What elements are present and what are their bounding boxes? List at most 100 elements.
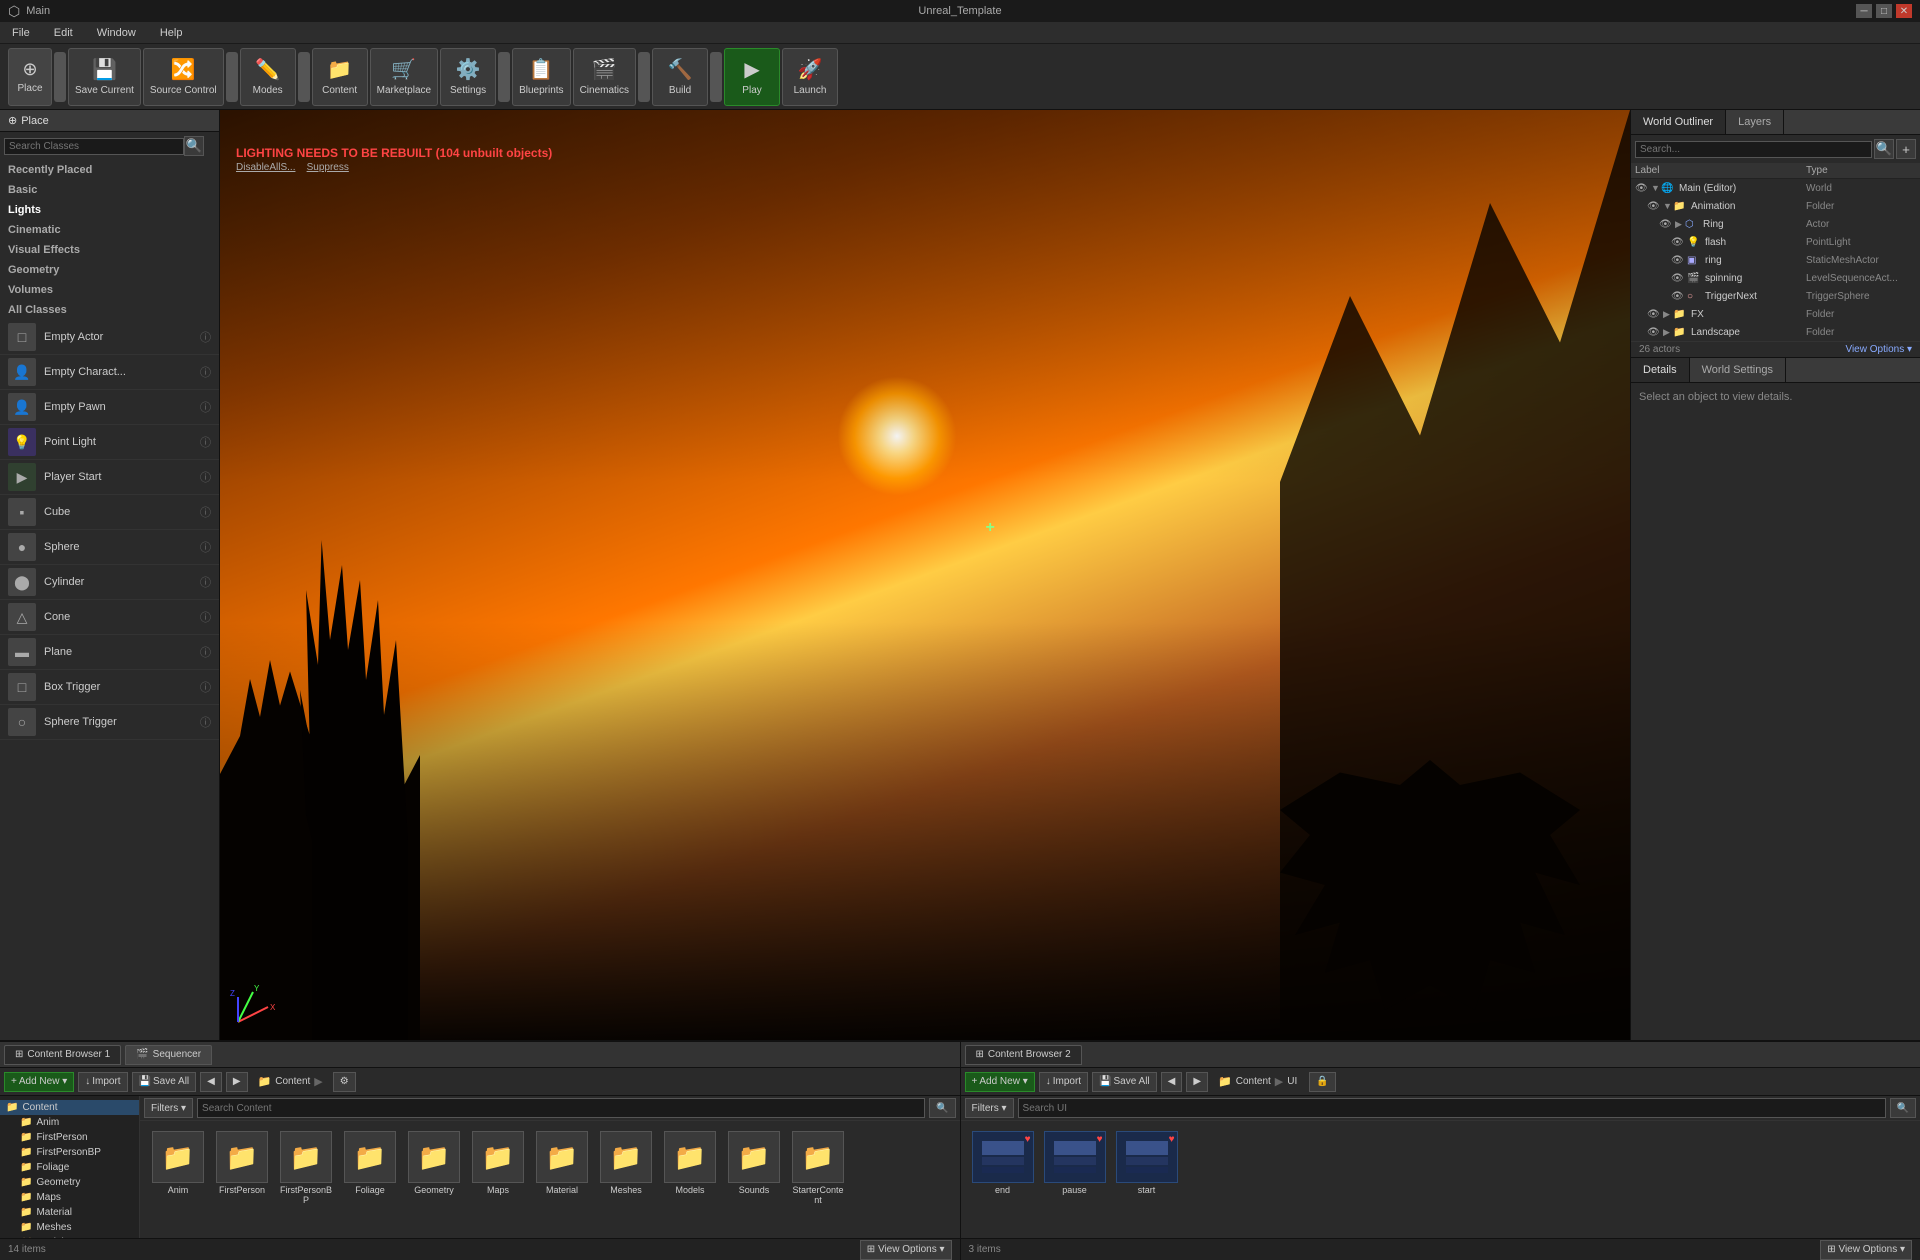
category-recently-placed[interactable]: Recently Placed xyxy=(0,160,219,180)
cb2-path-ui[interactable]: UI xyxy=(1285,1076,1299,1087)
cb2-filters-button[interactable]: Filters ▾ xyxy=(965,1098,1014,1118)
tab-content-browser-1[interactable]: ⊞ Content Browser 1 xyxy=(4,1045,121,1065)
asset-pause[interactable]: ♥ pause xyxy=(1041,1129,1109,1197)
cb1-tree-content[interactable]: 📁 Content xyxy=(0,1100,139,1115)
tab-details[interactable]: Details xyxy=(1631,358,1690,382)
tab-sequencer[interactable]: 🎬 Sequencer xyxy=(125,1045,212,1065)
search-classes-button[interactable]: 🔍 xyxy=(184,136,204,156)
cb1-tree-anim[interactable]: 📁 Anim xyxy=(0,1115,139,1130)
outliner-item-main[interactable]: 👁 ▼ 🌐 Main (Editor) World xyxy=(1631,179,1920,197)
outliner-item-fx[interactable]: 👁 ▶ 📁 FX Folder xyxy=(1631,305,1920,323)
tab-world-settings[interactable]: World Settings xyxy=(1690,358,1786,382)
outliner-item-ring-mesh[interactable]: 👁 ▣ ring StaticMeshActor xyxy=(1631,251,1920,269)
place-item-sphere[interactable]: ● Sphere ⓘ xyxy=(0,530,219,565)
viewport[interactable]: ▼ Perspective Lit Show ⊞ 👁 🌐 ◈ ⬡ ⬜ ⬛ ⊡ 1… xyxy=(220,110,1630,1040)
cb2-lock-button[interactable]: 🔒 xyxy=(1309,1072,1335,1092)
category-geometry[interactable]: Geometry xyxy=(0,260,219,280)
cb2-path-content[interactable]: Content xyxy=(1234,1076,1273,1087)
cb1-tree-foliage[interactable]: 📁 Foliage xyxy=(0,1160,139,1175)
place-item-player-start[interactable]: ▶ Player Start ⓘ xyxy=(0,460,219,495)
outliner-item-ring[interactable]: 👁 ▶ ⬡ Ring Actor xyxy=(1631,215,1920,233)
content-button[interactable]: 📁 Content xyxy=(312,48,368,106)
place-item-empty-pawn[interactable]: 👤 Empty Pawn ⓘ xyxy=(0,390,219,425)
modes-button[interactable]: ✏️ Modes xyxy=(240,48,296,106)
folder-firstpersonbp[interactable]: 📁 FirstPersonBP xyxy=(276,1129,336,1207)
minimize-button[interactable]: ─ xyxy=(1856,4,1872,18)
place-item-empty-character[interactable]: 👤 Empty Charact... ⓘ xyxy=(0,355,219,390)
menu-help[interactable]: Help xyxy=(156,25,187,41)
category-volumes[interactable]: Volumes xyxy=(0,280,219,300)
outliner-item-flash[interactable]: 👁 💡 flash PointLight xyxy=(1631,233,1920,251)
cb2-forward-button[interactable]: ▶ xyxy=(1186,1072,1208,1092)
place-item-sphere-trigger[interactable]: ○ Sphere Trigger ⓘ xyxy=(0,705,219,740)
suppress-link[interactable]: Suppress xyxy=(307,162,349,173)
cb1-tree-maps[interactable]: 📁 Maps xyxy=(0,1190,139,1205)
cb1-tree-firstperson[interactable]: 📁 FirstPerson xyxy=(0,1130,139,1145)
cb1-tree-geometry[interactable]: 📁 Geometry xyxy=(0,1175,139,1190)
cb1-tree-meshes[interactable]: 📁 Meshes xyxy=(0,1220,139,1235)
folder-anim[interactable]: 📁 Anim xyxy=(148,1129,208,1207)
cb1-options-button[interactable]: ⚙ xyxy=(333,1072,356,1092)
save-current-button[interactable]: 💾 Save Current xyxy=(68,48,141,106)
build-button[interactable]: 🔨 Build xyxy=(652,48,708,106)
folder-models[interactable]: 📁 Models xyxy=(660,1129,720,1207)
place-item-empty-actor[interactable]: □ Empty Actor ⓘ xyxy=(0,320,219,355)
asset-end[interactable]: ♥ end xyxy=(969,1129,1037,1197)
search-classes-input[interactable] xyxy=(4,138,184,155)
cb1-search-input[interactable] xyxy=(197,1098,925,1118)
cb1-tree-material[interactable]: 📁 Material xyxy=(0,1205,139,1220)
view-options-link[interactable]: View Options ▾ xyxy=(1845,344,1912,355)
source-control-button[interactable]: 🔀 Source Control xyxy=(143,48,224,106)
cb1-import-button[interactable]: ↓ Import xyxy=(78,1072,127,1092)
launch-button[interactable]: 🚀 Launch xyxy=(782,48,838,106)
cb2-add-new-button[interactable]: + Add New ▾ xyxy=(965,1072,1035,1092)
outliner-search-button[interactable]: 🔍 xyxy=(1874,139,1894,159)
folder-starter[interactable]: 📁 StarterContent xyxy=(788,1129,848,1207)
place-item-point-light[interactable]: 💡 Point Light ⓘ xyxy=(0,425,219,460)
play-button[interactable]: ▶ Play xyxy=(724,48,780,106)
menu-edit[interactable]: Edit xyxy=(50,25,77,41)
cb1-path-content[interactable]: Content xyxy=(273,1076,312,1087)
category-visual-effects[interactable]: Visual Effects xyxy=(0,240,219,260)
outliner-item-spinning[interactable]: 👁 🎬 spinning LevelSequenceAct... xyxy=(1631,269,1920,287)
folder-meshes[interactable]: 📁 Meshes xyxy=(596,1129,656,1207)
place-button[interactable]: ⊕ Place xyxy=(8,48,52,106)
menu-file[interactable]: File xyxy=(8,25,34,41)
folder-maps[interactable]: 📁 Maps xyxy=(468,1129,528,1207)
outliner-add-button[interactable]: + xyxy=(1896,139,1916,159)
cb2-back-button[interactable]: ◀ xyxy=(1161,1072,1183,1092)
category-basic[interactable]: Basic xyxy=(0,180,219,200)
cb2-save-all-button[interactable]: 💾 Save All xyxy=(1092,1072,1157,1092)
tab-content-browser-2[interactable]: ⊞ Content Browser 2 xyxy=(965,1045,1082,1065)
viewport-scene[interactable]: X Y Z + LIGHTING NEEDS TO BE REBUILT (10… xyxy=(220,110,1630,1040)
folder-sounds[interactable]: 📁 Sounds xyxy=(724,1129,784,1207)
cb2-search-submit[interactable]: 🔍 xyxy=(1890,1098,1916,1118)
close-button[interactable]: ✕ xyxy=(1896,4,1912,18)
place-item-cone[interactable]: △ Cone ⓘ xyxy=(0,600,219,635)
tab-world-outliner[interactable]: World Outliner xyxy=(1631,110,1726,134)
asset-start[interactable]: ♥ start xyxy=(1113,1129,1181,1197)
folder-foliage[interactable]: 📁 Foliage xyxy=(340,1129,400,1207)
tab-layers[interactable]: Layers xyxy=(1726,110,1784,134)
cinematics-button[interactable]: 🎬 Cinematics xyxy=(573,48,636,106)
cb1-tree-firstpersonbp[interactable]: 📁 FirstPersonBP xyxy=(0,1145,139,1160)
cb1-view-options[interactable]: ⊞ View Options ▾ xyxy=(860,1240,952,1260)
outliner-search-input[interactable] xyxy=(1635,141,1872,158)
category-cinematic[interactable]: Cinematic xyxy=(0,220,219,240)
cb1-search-submit[interactable]: 🔍 xyxy=(929,1098,955,1118)
cb2-view-options[interactable]: ⊞ View Options ▾ xyxy=(1820,1240,1912,1260)
marketplace-button[interactable]: 🛒 Marketplace xyxy=(370,48,438,106)
cb1-add-new-button[interactable]: + Add New ▾ xyxy=(4,1072,74,1092)
place-item-cube[interactable]: ▪ Cube ⓘ xyxy=(0,495,219,530)
outliner-item-landscape[interactable]: 👁 ▶ 📁 Landscape Folder xyxy=(1631,323,1920,341)
place-item-cylinder[interactable]: ⬤ Cylinder ⓘ xyxy=(0,565,219,600)
place-item-plane[interactable]: ▬ Plane ⓘ xyxy=(0,635,219,670)
cb1-back-button[interactable]: ◀ xyxy=(200,1072,222,1092)
outliner-item-trigger-next[interactable]: 👁 ○ TriggerNext TriggerSphere xyxy=(1631,287,1920,305)
category-all-classes[interactable]: All Classes xyxy=(0,300,219,320)
cb2-import-button[interactable]: ↓ Import xyxy=(1039,1072,1088,1092)
place-item-box-trigger[interactable]: □ Box Trigger ⓘ xyxy=(0,670,219,705)
folder-geometry[interactable]: 📁 Geometry xyxy=(404,1129,464,1207)
cb1-save-all-button[interactable]: 💾 Save All xyxy=(132,1072,197,1092)
disable-all-link[interactable]: DisableAllS... xyxy=(236,162,295,173)
